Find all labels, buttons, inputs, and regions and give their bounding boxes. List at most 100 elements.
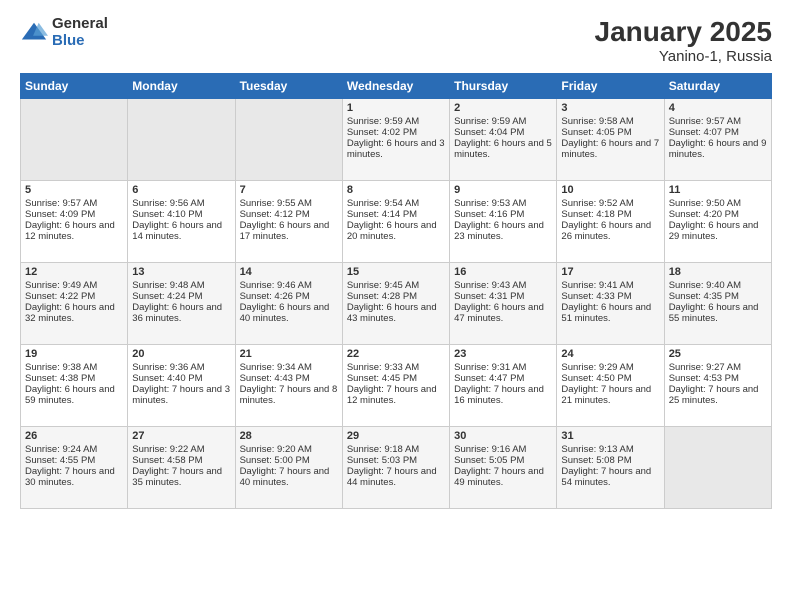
day-number: 1	[347, 102, 445, 114]
sunrise-text: Sunrise: 9:31 AM	[454, 362, 526, 373]
sunset-text: Sunset: 4:12 PM	[240, 209, 310, 220]
day-number: 9	[454, 184, 552, 196]
col-thursday: Thursday	[450, 74, 557, 99]
sunrise-text: Sunrise: 9:18 AM	[347, 444, 419, 455]
table-row: 14Sunrise: 9:46 AMSunset: 4:26 PMDayligh…	[235, 263, 342, 345]
sunset-text: Sunset: 4:10 PM	[132, 209, 202, 220]
table-row: 12Sunrise: 9:49 AMSunset: 4:22 PMDayligh…	[21, 263, 128, 345]
sunrise-text: Sunrise: 9:57 AM	[669, 116, 741, 127]
table-row: 27Sunrise: 9:22 AMSunset: 4:58 PMDayligh…	[128, 427, 235, 509]
table-row: 11Sunrise: 9:50 AMSunset: 4:20 PMDayligh…	[664, 181, 771, 263]
sunset-text: Sunset: 4:58 PM	[132, 455, 202, 466]
day-number: 10	[561, 184, 659, 196]
col-monday: Monday	[128, 74, 235, 99]
header: General Blue January 2025 Yanino-1, Russ…	[20, 16, 772, 65]
logo-text: General Blue	[52, 16, 108, 49]
table-row: 6Sunrise: 9:56 AMSunset: 4:10 PMDaylight…	[128, 181, 235, 263]
day-number: 3	[561, 102, 659, 114]
daylight-text: Daylight: 6 hours and 51 minutes.	[561, 302, 651, 324]
sunrise-text: Sunrise: 9:38 AM	[25, 362, 97, 373]
daylight-text: Daylight: 6 hours and 40 minutes.	[240, 302, 330, 324]
daylight-text: Daylight: 7 hours and 54 minutes.	[561, 466, 651, 488]
sunrise-text: Sunrise: 9:53 AM	[454, 198, 526, 209]
sunset-text: Sunset: 4:07 PM	[669, 127, 739, 138]
sunset-text: Sunset: 4:24 PM	[132, 291, 202, 302]
table-row: 13Sunrise: 9:48 AMSunset: 4:24 PMDayligh…	[128, 263, 235, 345]
sunset-text: Sunset: 4:40 PM	[132, 373, 202, 384]
day-number: 23	[454, 348, 552, 360]
sunset-text: Sunset: 4:50 PM	[561, 373, 631, 384]
day-number: 24	[561, 348, 659, 360]
day-number: 25	[669, 348, 767, 360]
table-row	[235, 99, 342, 181]
table-row: 3Sunrise: 9:58 AMSunset: 4:05 PMDaylight…	[557, 99, 664, 181]
sunrise-text: Sunrise: 9:34 AM	[240, 362, 312, 373]
sunset-text: Sunset: 4:09 PM	[25, 209, 95, 220]
day-number: 8	[347, 184, 445, 196]
sunset-text: Sunset: 4:55 PM	[25, 455, 95, 466]
daylight-text: Daylight: 7 hours and 16 minutes.	[454, 384, 544, 406]
sunset-text: Sunset: 4:35 PM	[669, 291, 739, 302]
day-number: 15	[347, 266, 445, 278]
table-row: 31Sunrise: 9:13 AMSunset: 5:08 PMDayligh…	[557, 427, 664, 509]
day-number: 2	[454, 102, 552, 114]
day-number: 14	[240, 266, 338, 278]
table-row: 19Sunrise: 9:38 AMSunset: 4:38 PMDayligh…	[21, 345, 128, 427]
daylight-text: Daylight: 6 hours and 17 minutes.	[240, 220, 330, 242]
daylight-text: Daylight: 7 hours and 49 minutes.	[454, 466, 544, 488]
daylight-text: Daylight: 6 hours and 20 minutes.	[347, 220, 437, 242]
sunset-text: Sunset: 5:03 PM	[347, 455, 417, 466]
table-row: 28Sunrise: 9:20 AMSunset: 5:00 PMDayligh…	[235, 427, 342, 509]
day-number: 29	[347, 430, 445, 442]
day-number: 16	[454, 266, 552, 278]
table-row: 23Sunrise: 9:31 AMSunset: 4:47 PMDayligh…	[450, 345, 557, 427]
sunrise-text: Sunrise: 9:27 AM	[669, 362, 741, 373]
table-row	[128, 99, 235, 181]
calendar: Sunday Monday Tuesday Wednesday Thursday…	[20, 73, 772, 509]
day-number: 26	[25, 430, 123, 442]
sunrise-text: Sunrise: 9:56 AM	[132, 198, 204, 209]
day-number: 12	[25, 266, 123, 278]
daylight-text: Daylight: 6 hours and 47 minutes.	[454, 302, 544, 324]
table-row: 15Sunrise: 9:45 AMSunset: 4:28 PMDayligh…	[342, 263, 449, 345]
sunset-text: Sunset: 4:14 PM	[347, 209, 417, 220]
sunset-text: Sunset: 4:31 PM	[454, 291, 524, 302]
table-row: 9Sunrise: 9:53 AMSunset: 4:16 PMDaylight…	[450, 181, 557, 263]
daylight-text: Daylight: 7 hours and 25 minutes.	[669, 384, 759, 406]
week-row-1: 1Sunrise: 9:59 AMSunset: 4:02 PMDaylight…	[21, 99, 772, 181]
sunset-text: Sunset: 4:20 PM	[669, 209, 739, 220]
table-row: 30Sunrise: 9:16 AMSunset: 5:05 PMDayligh…	[450, 427, 557, 509]
page-subtitle: Yanino-1, Russia	[595, 48, 772, 65]
day-number: 13	[132, 266, 230, 278]
title-block: January 2025 Yanino-1, Russia	[595, 16, 772, 65]
table-row	[21, 99, 128, 181]
daylight-text: Daylight: 6 hours and 32 minutes.	[25, 302, 115, 324]
table-row: 22Sunrise: 9:33 AMSunset: 4:45 PMDayligh…	[342, 345, 449, 427]
sunrise-text: Sunrise: 9:50 AM	[669, 198, 741, 209]
sunset-text: Sunset: 4:45 PM	[347, 373, 417, 384]
sunset-text: Sunset: 4:05 PM	[561, 127, 631, 138]
sunrise-text: Sunrise: 9:40 AM	[669, 280, 741, 291]
day-number: 22	[347, 348, 445, 360]
sunrise-text: Sunrise: 9:59 AM	[347, 116, 419, 127]
daylight-text: Daylight: 7 hours and 12 minutes.	[347, 384, 437, 406]
sunset-text: Sunset: 4:28 PM	[347, 291, 417, 302]
table-row: 7Sunrise: 9:55 AMSunset: 4:12 PMDaylight…	[235, 181, 342, 263]
sunrise-text: Sunrise: 9:55 AM	[240, 198, 312, 209]
daylight-text: Daylight: 6 hours and 5 minutes.	[454, 138, 552, 160]
table-row: 2Sunrise: 9:59 AMSunset: 4:04 PMDaylight…	[450, 99, 557, 181]
sunrise-text: Sunrise: 9:58 AM	[561, 116, 633, 127]
day-number: 11	[669, 184, 767, 196]
sunrise-text: Sunrise: 9:45 AM	[347, 280, 419, 291]
col-friday: Friday	[557, 74, 664, 99]
week-row-2: 5Sunrise: 9:57 AMSunset: 4:09 PMDaylight…	[21, 181, 772, 263]
table-row: 5Sunrise: 9:57 AMSunset: 4:09 PMDaylight…	[21, 181, 128, 263]
day-number: 21	[240, 348, 338, 360]
table-row: 8 Sunrise: 9:54 AMSunset: 4:14 PMDaylight…	[342, 181, 449, 263]
week-row-5: 26Sunrise: 9:24 AMSunset: 4:55 PMDayligh…	[21, 427, 772, 509]
daylight-text: Daylight: 7 hours and 44 minutes.	[347, 466, 437, 488]
sunrise-text: Sunrise: 9:54 AM	[347, 198, 419, 209]
sunrise-text: Sunrise: 9:59 AM	[454, 116, 526, 127]
daylight-text: Daylight: 6 hours and 3 minutes.	[347, 138, 445, 160]
sunrise-text: Sunrise: 9:22 AM	[132, 444, 204, 455]
